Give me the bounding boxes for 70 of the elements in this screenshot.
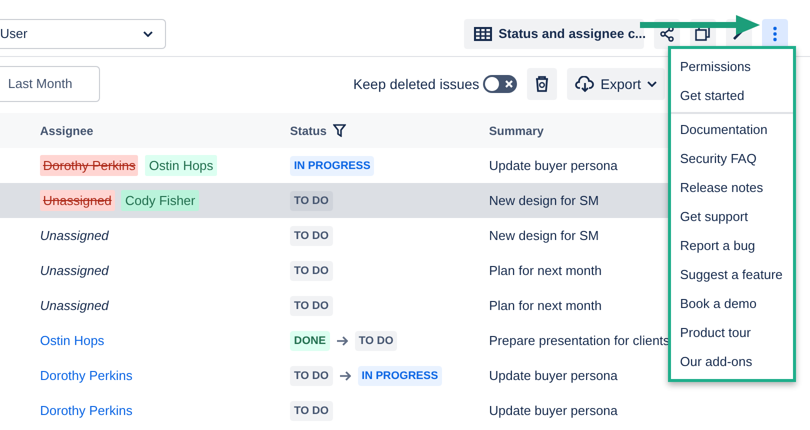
copy-icon [695,26,711,42]
trash-icon [534,76,550,92]
assignee-link[interactable]: Ostin Hops [40,330,104,350]
removed-assignee: Dorothy Perkins [40,154,138,176]
menu-item[interactable]: Report a bug [671,231,793,260]
arrow-right-icon [336,336,348,346]
view-button[interactable]: Status and assignee c... [464,19,644,49]
toggle-switch[interactable] [482,75,517,93]
summary-text: New design for SM [489,192,599,208]
menu-item[interactable]: Permissions [671,52,793,81]
status-lozenge: IN PROGRESS [358,366,442,386]
column-header: Status [290,122,327,140]
column-header: Assignee [40,122,94,140]
table-row[interactable]: Ostin Hops DONE TO DO Prepare presentation for clients [0,323,668,358]
delete-button[interactable] [526,68,557,100]
user-select[interactable]: User [0,19,166,49]
summary-text: Plan for next month [489,262,602,278]
more-icon [773,26,777,42]
menu-item[interactable]: Product tour [671,318,793,347]
menu-item[interactable]: Our add-ons [671,347,793,376]
menu-item[interactable]: Release notes [671,173,793,202]
menu-item[interactable]: Book a demo [671,289,793,318]
table-row[interactable]: Dorothy Perkins TO DO Update buyer persona [0,393,668,428]
table-row[interactable]: Unassigned TO DO Plan for next month [0,253,668,288]
summary-text: Prepare presentation for clients [489,332,670,348]
summary-text: New design for SM [489,228,599,243]
table-icon [474,27,492,41]
summary-text: Update buyer persona [489,158,618,173]
status-lozenge: TO DO [290,226,333,246]
status-lozenge: TO DO [290,400,333,420]
status-lozenge: TO DO [290,296,333,316]
menu-item[interactable]: Get started [671,81,793,110]
status-lozenge: TO DO [290,366,333,386]
assignee-text: Unassigned [40,296,109,315]
added-assignee: Cody Fisher [121,190,200,212]
cloud-download-icon [574,76,595,92]
table-row[interactable]: Unassigned TO DO Plan for next month [0,288,668,323]
table-row[interactable]: Dorothy Perkins Ostin Hops IN PROGRESS Update buyer persona [0,148,668,183]
added-assignee: Ostin Hops [144,154,218,176]
assignee-text: Unassigned [40,226,109,245]
status-lozenge: DONE [290,330,330,350]
arrow-right-icon [339,370,352,380]
more-button[interactable] [762,19,788,49]
summary-text: Plan for next month [489,298,602,313]
status-lozenge: TO DO [290,260,333,280]
filter-icon [333,124,346,137]
toggle-label: Keep deleted issues [353,74,480,94]
share-icon [659,26,675,42]
summary-text: Update buyer persona [489,402,618,418]
status-lozenge: TO DO [290,190,333,210]
status-lozenge: TO DO [354,330,398,350]
menu-item[interactable]: Suggest a feature [671,260,793,289]
status-lozenge: IN PROGRESS [290,156,374,176]
chevron-down-icon [143,31,153,37]
menu-item[interactable]: Get support [671,202,793,231]
table-row[interactable]: Dorothy Perkins TO DO IN PROGRESS Update buyer persona [0,358,668,393]
assignee-link[interactable]: Dorothy Perkins [40,366,132,386]
removed-assignee: Unassigned [40,190,115,212]
menu-item[interactable]: Security FAQ [671,144,793,173]
date-field[interactable]: Last Month [0,66,100,102]
assignee-text: Unassigned [40,262,109,280]
column-header: Summary [489,122,544,140]
table-row[interactable]: Unassigned TO DO New design for SM [0,218,668,253]
table-row[interactable]: Unassigned Cody Fisher TO DO New design for SM [0,183,668,218]
export-button[interactable]: Export [566,68,665,100]
assignee-link[interactable]: Dorothy Perkins [40,400,132,420]
chevron-down-icon [647,81,657,87]
menu-item[interactable]: Documentation [671,115,793,144]
summary-text: Update buyer persona [489,368,618,383]
close-icon [504,79,514,89]
